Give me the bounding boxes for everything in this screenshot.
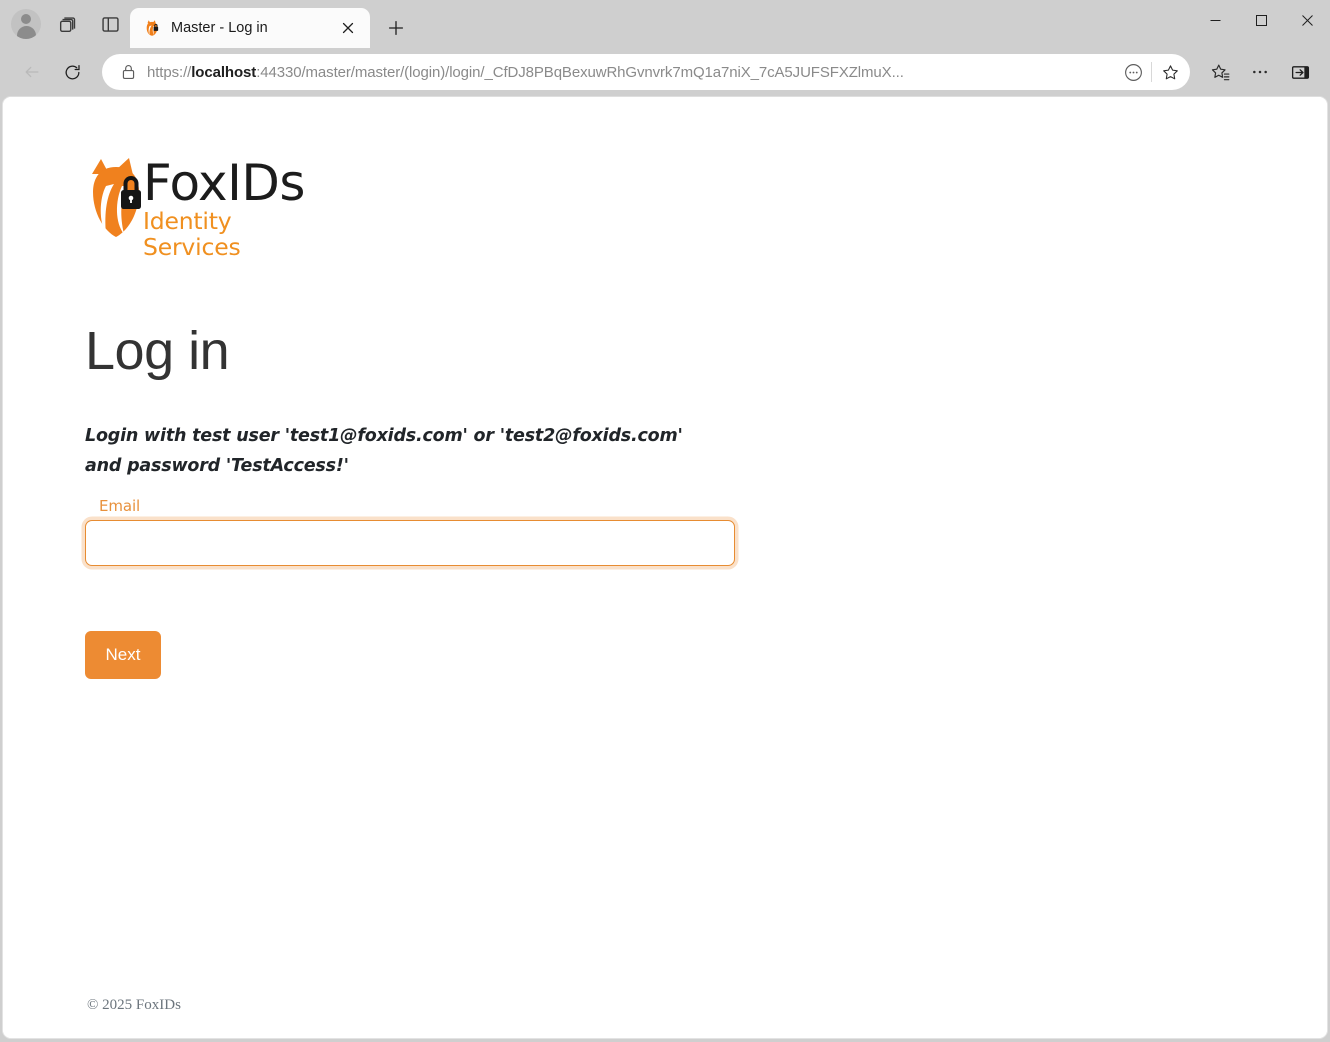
email-input[interactable]	[85, 520, 735, 566]
logo-brand-name: FoxIDs	[143, 157, 325, 209]
favorite-star-icon[interactable]	[1156, 58, 1184, 86]
url-prefix: https://	[147, 64, 191, 81]
settings-and-more-icon[interactable]	[1242, 54, 1278, 90]
url-text[interactable]: https://localhost:44330/master/master/(l…	[147, 64, 1119, 81]
new-tab-button[interactable]	[378, 10, 414, 46]
login-hint-text: Login with test user 'test1@foxids.com' …	[85, 421, 710, 481]
avatar	[11, 9, 41, 39]
site-lock-icon[interactable]	[116, 60, 140, 84]
window-controls	[1192, 0, 1330, 48]
browser-window: Master - Log in	[0, 0, 1330, 1042]
tab-actions-icon[interactable]	[90, 4, 130, 44]
titlebar-left-icons	[0, 0, 130, 48]
url-host: localhost	[191, 64, 256, 81]
page-footer-copyright: © 2025 FoxIDs	[87, 997, 181, 1014]
back-arrow-icon[interactable]	[14, 54, 50, 90]
site-information-icon[interactable]	[1119, 58, 1147, 86]
login-page: FoxIDs Identity Services Log in Login wi…	[3, 97, 1327, 1038]
profile-avatar[interactable]	[6, 4, 46, 44]
tab-strip: Master - Log in	[130, 0, 1330, 48]
form-actions: Next	[85, 631, 735, 679]
foxids-logo: FoxIDs Identity Services	[85, 155, 325, 247]
browser-sidebar-icon[interactable]	[1282, 54, 1318, 90]
browser-titlebar: Master - Log in	[0, 0, 1330, 48]
workspaces-icon[interactable]	[48, 4, 88, 44]
foxids-favicon	[143, 19, 161, 37]
logo-tagline: Identity Services	[143, 208, 325, 260]
toolbar-divider	[1151, 62, 1152, 82]
email-label: Email	[99, 497, 735, 515]
page-title: Log in	[85, 319, 1327, 383]
maximize-icon[interactable]	[1238, 0, 1284, 40]
foxids-logo-text: FoxIDs Identity Services	[143, 155, 325, 260]
browser-tab[interactable]: Master - Log in	[130, 8, 370, 48]
login-form: Email Next	[85, 497, 735, 679]
collections-icon[interactable]	[1202, 54, 1238, 90]
next-button[interactable]: Next	[85, 631, 161, 679]
close-icon[interactable]	[336, 16, 360, 40]
address-bar[interactable]: https://localhost:44330/master/master/(l…	[102, 54, 1190, 90]
tab-title: Master - Log in	[171, 20, 326, 36]
close-icon[interactable]	[1284, 0, 1330, 40]
url-path: :44330/master/master/(login)/login/_CfDJ…	[256, 64, 904, 81]
page-viewport: FoxIDs Identity Services Log in Login wi…	[2, 96, 1328, 1039]
browser-toolbar: https://localhost:44330/master/master/(l…	[0, 48, 1330, 96]
refresh-icon[interactable]	[54, 54, 90, 90]
minimize-icon[interactable]	[1192, 0, 1238, 40]
foxids-fox-lock-logo	[85, 155, 147, 243]
